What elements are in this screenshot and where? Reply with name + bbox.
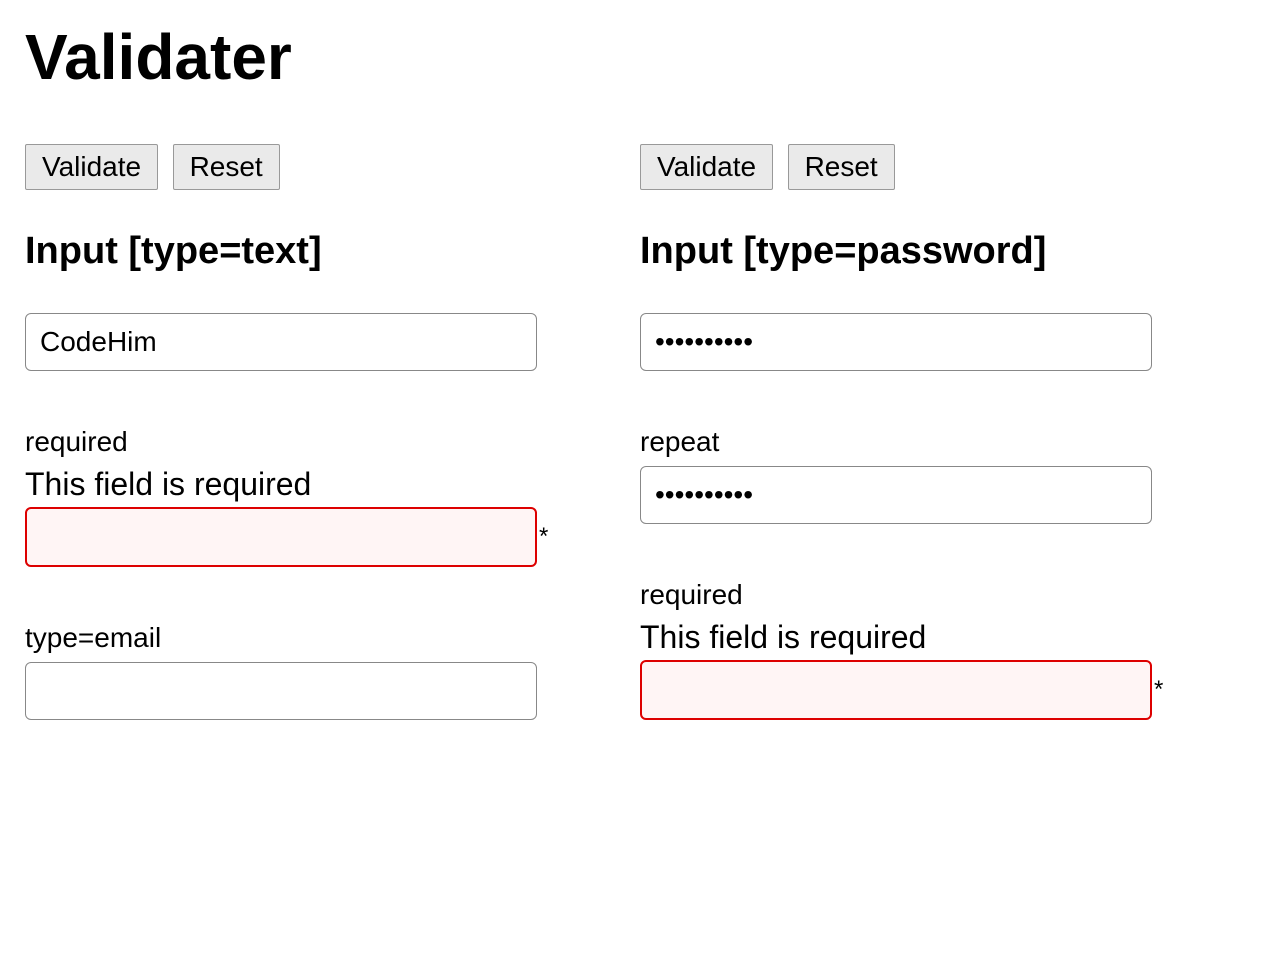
field-label-repeat: repeat (640, 426, 1225, 458)
required-star-icon: * (1154, 676, 1163, 704)
right-column: Validate Reset Input [type=password] rep… (640, 144, 1255, 775)
left-column: Validate Reset Input [type=text] require… (25, 144, 640, 775)
reset-button[interactable]: Reset (788, 144, 895, 190)
repeat-password-input[interactable] (640, 466, 1152, 524)
email-input[interactable] (25, 662, 537, 720)
error-message: This field is required (640, 619, 1225, 656)
validate-button[interactable]: Validate (640, 144, 773, 190)
required-password-input[interactable] (640, 660, 1152, 720)
required-text-input[interactable] (25, 507, 537, 567)
validate-button[interactable]: Validate (25, 144, 158, 190)
section-heading-password: Input [type=password] (640, 230, 1225, 273)
page-title: Validater (25, 20, 1255, 94)
field-label-email: type=email (25, 622, 610, 654)
error-message: This field is required (25, 466, 610, 503)
field-label-required: required (640, 579, 1225, 611)
reset-button[interactable]: Reset (173, 144, 280, 190)
field-label-required: required (25, 426, 610, 458)
section-heading-text: Input [type=text] (25, 230, 610, 273)
text-input[interactable] (25, 313, 537, 371)
required-star-icon: * (539, 523, 548, 551)
password-input[interactable] (640, 313, 1152, 371)
